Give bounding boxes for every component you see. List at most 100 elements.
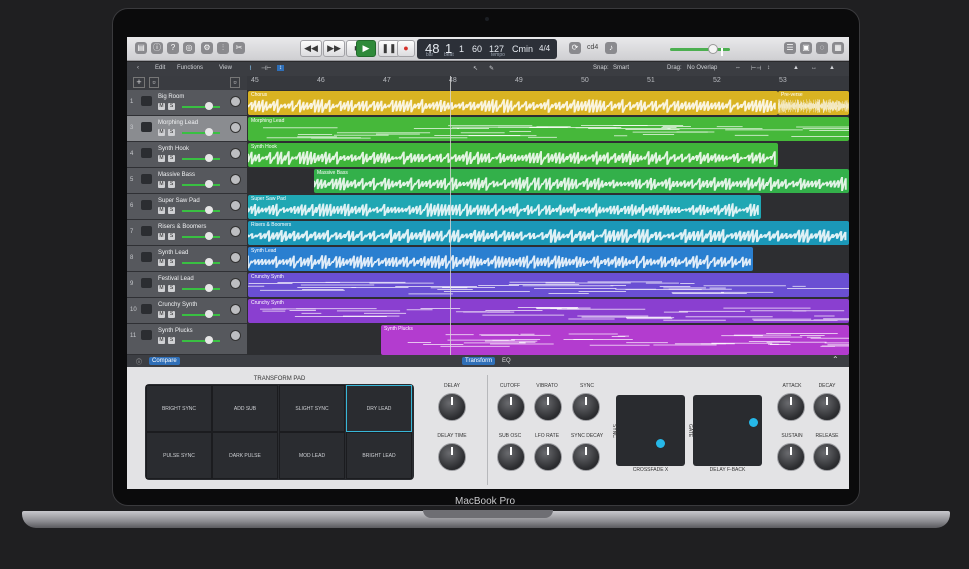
fader-knob[interactable] [205, 180, 213, 188]
pencil-tool-icon[interactable]: ✎ [489, 65, 494, 72]
volume-fader[interactable] [182, 314, 220, 316]
pad-cell[interactable]: SLIGHT SYNC [279, 385, 345, 432]
xy-pad-gate[interactable] [693, 395, 762, 466]
record-button[interactable]: ● [397, 40, 415, 57]
pan-knob[interactable] [230, 330, 241, 341]
pan-knob[interactable] [230, 226, 241, 237]
track-header[interactable]: 10 Crunchy Synth M S [127, 298, 247, 324]
midi-region[interactable]: Morphing Lead [248, 117, 849, 141]
fit-icon[interactable]: ⊢⊣ [751, 65, 761, 72]
cutoff-knob[interactable] [497, 393, 525, 421]
count-in[interactable]: cd4 [587, 44, 598, 51]
quick-help-icon[interactable]: ⚙ [201, 42, 213, 54]
cycle-icon[interactable]: ⟳ [569, 42, 581, 54]
solo-button[interactable]: S [168, 181, 175, 188]
solo-button[interactable]: S [168, 233, 175, 240]
tuner-icon[interactable]: ♪ [605, 42, 617, 54]
vibrato-knob[interactable] [534, 393, 562, 421]
volume-fader[interactable] [182, 262, 220, 264]
pan-knob[interactable] [230, 174, 241, 185]
chevron-up-icon[interactable]: ⌃ [832, 355, 839, 364]
sync-knob[interactable] [572, 393, 600, 421]
pad-cell[interactable]: MOD LEAD [279, 432, 345, 479]
mute-button[interactable]: M [158, 311, 165, 318]
volume-fader[interactable] [182, 340, 220, 342]
fader-knob[interactable] [205, 258, 213, 266]
automation-icon[interactable]: ⌇ [249, 65, 252, 72]
track-header[interactable]: 6 Super Saw Pad M S [127, 194, 247, 220]
pan-knob[interactable] [230, 304, 241, 315]
library-icon[interactable]: ▤ [135, 42, 147, 54]
editors-icon[interactable]: ✂ [233, 42, 245, 54]
fader-knob[interactable] [205, 232, 213, 240]
midi-region[interactable]: Crunchy Synth [248, 273, 849, 297]
audio-region[interactable]: Pre-verse [778, 91, 849, 115]
sub-osc-knob[interactable] [497, 443, 525, 471]
solo-button[interactable]: S [168, 103, 175, 110]
volume-fader[interactable] [182, 288, 220, 290]
solo-button[interactable]: S [168, 285, 175, 292]
midi-region[interactable]: Synth Plucks [381, 325, 849, 355]
fader-knob[interactable] [205, 102, 213, 110]
pan-knob[interactable] [230, 278, 241, 289]
fader-knob[interactable] [205, 284, 213, 292]
loop-browser-icon[interactable]: ◌ [816, 42, 828, 54]
help-icon[interactable]: ? [167, 42, 179, 54]
timeline-ruler[interactable]: 45 46 47 48 49 50 51 52 53 [247, 76, 849, 90]
forward-button[interactable]: ▶▶ [323, 40, 345, 57]
view-menu[interactable]: View [219, 65, 232, 71]
lcd-display[interactable]: 48 bar 1 beat 1 60 127 tempo Cmin 4/4 [417, 39, 557, 59]
volume-fader[interactable] [182, 236, 220, 238]
mute-button[interactable]: M [158, 233, 165, 240]
track-header[interactable]: 9 Festival Lead M S [127, 272, 247, 298]
audio-region[interactable]: Synth Hook [248, 143, 778, 167]
sustain-knob[interactable] [777, 443, 805, 471]
track-header[interactable]: 11 Synth Plucks M S [127, 324, 247, 355]
volume-fader[interactable] [182, 158, 220, 160]
track-header[interactable]: 5 Massive Bass M S [127, 168, 247, 194]
edit-menu[interactable]: Edit [155, 65, 165, 71]
mute-button[interactable]: M [158, 259, 165, 266]
audio-region[interactable]: Massive Bass [314, 169, 849, 193]
transform-pad[interactable]: BRIGHT SYNC ADD SUB SLIGHT SYNC DRY LEAD… [145, 384, 414, 480]
tracks-area[interactable]: Chorus Pre-verse Morphing Lead Synth Hoo… [247, 90, 849, 355]
notepad-icon[interactable]: ▣ [800, 42, 812, 54]
volume-fader[interactable] [182, 210, 220, 212]
audio-region[interactable]: Synth Lead [248, 247, 753, 271]
pad-cell[interactable]: DARK PULSE [212, 432, 278, 479]
pan-knob[interactable] [230, 122, 241, 133]
pad-cell[interactable]: ADD SUB [212, 385, 278, 432]
solo-button[interactable]: S [168, 129, 175, 136]
volume-fader[interactable] [182, 132, 220, 134]
zoom-icon[interactable]: ⇔ [735, 65, 741, 71]
add-track-button[interactable]: + [133, 77, 145, 88]
pan-knob[interactable] [230, 96, 241, 107]
fader-knob[interactable] [205, 310, 213, 318]
compare-button[interactable]: Compare [149, 357, 180, 365]
solo-button[interactable]: S [168, 207, 175, 214]
drag-select[interactable]: No Overlap [687, 65, 717, 71]
mute-button[interactable]: M [158, 181, 165, 188]
track-header[interactable]: 7 Risers & Boomers M S [127, 220, 247, 246]
marker-icon[interactable]: ▲ [793, 65, 799, 71]
solo-button[interactable]: S [168, 259, 175, 266]
master-volume-knob[interactable] [708, 44, 723, 56]
tab-transform[interactable]: Transform [462, 357, 496, 365]
horizontal-zoom-icon[interactable]: ↔ [811, 65, 817, 71]
rewind-button[interactable]: ◀◀ [300, 40, 322, 57]
pad-cell[interactable]: BRIGHT LEAD [346, 432, 412, 479]
track-header[interactable]: 1 Big Room M S [127, 90, 247, 116]
solo-button[interactable]: S [168, 155, 175, 162]
mute-button[interactable]: M [158, 207, 165, 214]
pad-cell[interactable]: PULSE SYNC [146, 432, 212, 479]
midi-region[interactable]: Crunchy Synth [248, 299, 849, 323]
xy-puck[interactable] [656, 439, 665, 448]
mixer-icon[interactable]: ⫶ [217, 42, 229, 54]
snap-select[interactable]: Smart [613, 65, 629, 71]
inspector-icon[interactable]: ⓘ [151, 42, 163, 54]
solo-button[interactable]: S [168, 337, 175, 344]
decay-knob[interactable] [813, 393, 841, 421]
lfo-rate-knob[interactable] [534, 443, 562, 471]
fader-knob[interactable] [205, 206, 213, 214]
browser-icon[interactable]: ▦ [832, 42, 844, 54]
